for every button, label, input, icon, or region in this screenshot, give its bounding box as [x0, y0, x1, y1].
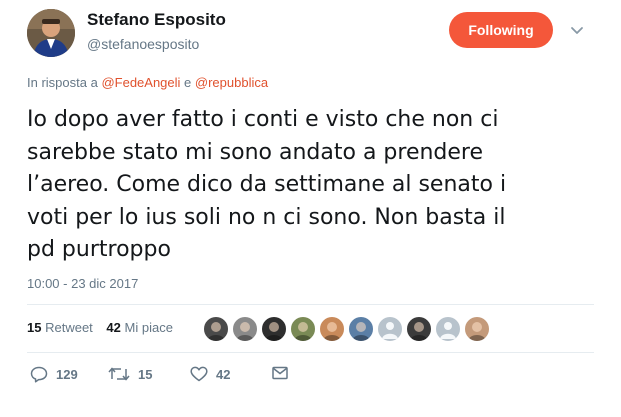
retweet-icon [108, 367, 130, 381]
divider [27, 352, 594, 353]
reply-action[interactable]: 129 [30, 366, 78, 383]
tweet-text-line: pd purtroppo [27, 237, 171, 262]
tweet-text: Io dopo aver fatto i conti e visto che n… [27, 104, 567, 267]
tweet-timestamp[interactable]: 10:00 - 23 dic 2017 [27, 276, 138, 291]
avatar[interactable] [27, 9, 75, 57]
reply-icon [30, 366, 48, 383]
reply-prefix: In risposta a [27, 75, 98, 90]
like-count: 42 [106, 320, 121, 335]
user-avatar-icon[interactable] [319, 316, 345, 342]
retweet-label: Retweet [45, 320, 93, 335]
retweet-action[interactable]: 15 [108, 366, 152, 382]
tweet-text-line: voti per lo ius soli no n ci sono. Non b… [27, 204, 506, 230]
tweet-card: Stefano Esposito @stefanoesposito Follow… [0, 0, 621, 417]
following-button[interactable]: Following [449, 12, 553, 48]
like-stat[interactable]: 42 Mi piace [106, 320, 173, 335]
default-egg-avatar-icon[interactable] [435, 316, 461, 342]
user-avatar-icon[interactable] [261, 316, 287, 342]
user-avatar-icon[interactable] [232, 316, 258, 342]
like-action[interactable]: 42 [190, 366, 230, 382]
tweet-stats: 15 Retweet 42 Mi piace [27, 320, 183, 335]
retweet-action-count: 15 [138, 366, 153, 382]
envelope-icon [272, 366, 288, 380]
heart-icon [190, 366, 208, 382]
tweet-text-line: sarebbe stato mi sono andato a prendere [27, 139, 484, 165]
mention-link[interactable]: @repubblica [195, 75, 268, 90]
like-action-count: 42 [216, 366, 231, 382]
user-avatar-icon[interactable] [464, 316, 490, 342]
user-avatar-icon[interactable] [203, 316, 229, 342]
retweet-count: 15 [27, 320, 42, 335]
user-avatar-icon[interactable] [348, 316, 374, 342]
like-label: Mi piace [124, 320, 173, 335]
retweet-stat[interactable]: 15 Retweet [27, 320, 93, 335]
reply-context: In risposta a @FedeAngeli e @repubblica [27, 75, 268, 90]
direct-message-action[interactable] [272, 366, 288, 380]
tweet-text-line: Io dopo aver fatto i conti e visto che n… [27, 107, 499, 132]
user-name[interactable]: Stefano Esposito [87, 10, 226, 30]
reply-count: 129 [56, 367, 78, 382]
chevron-down-icon[interactable] [570, 24, 584, 36]
user-avatar-icon[interactable] [406, 316, 432, 342]
divider [27, 304, 594, 305]
tweet-text-line: l’aereo. Come dico da settimane al senat… [27, 172, 507, 197]
user-handle[interactable]: @stefanoesposito [87, 36, 199, 52]
mention-link[interactable]: @FedeAngeli [101, 75, 180, 90]
reply-connector: e [184, 75, 192, 90]
default-egg-avatar-icon[interactable] [377, 316, 403, 342]
user-avatar-icon[interactable] [290, 316, 316, 342]
